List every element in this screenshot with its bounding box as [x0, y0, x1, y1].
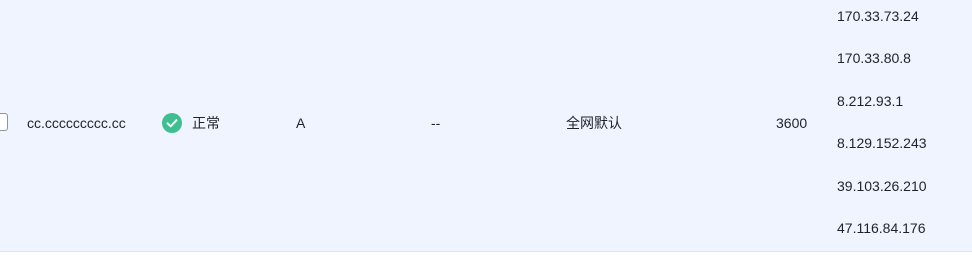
record-type: A: [296, 115, 306, 131]
status-label: 正常: [192, 115, 220, 131]
check-circle-icon: [162, 113, 182, 133]
row-checkbox[interactable]: [0, 113, 8, 131]
status-cell: 正常: [162, 112, 220, 134]
record-value: 47.116.84.176: [837, 220, 926, 236]
record-value: 170.33.80.8: [837, 50, 911, 66]
host-record: cc.ccccccccc.cc: [27, 115, 126, 131]
resolution-line: 全网默认: [566, 115, 622, 131]
record-value: 8.129.152.243: [837, 135, 927, 151]
table-row: cc.ccccccccc.cc 正常 A -- 全网默认 3600 170.33…: [0, 0, 972, 252]
ttl-value: 3600: [776, 115, 808, 131]
record-value: 39.103.26.210: [837, 178, 927, 194]
mx-priority: --: [431, 115, 441, 131]
record-value: 8.212.93.1: [837, 93, 904, 109]
record-value: 170.33.73.24: [837, 8, 919, 24]
